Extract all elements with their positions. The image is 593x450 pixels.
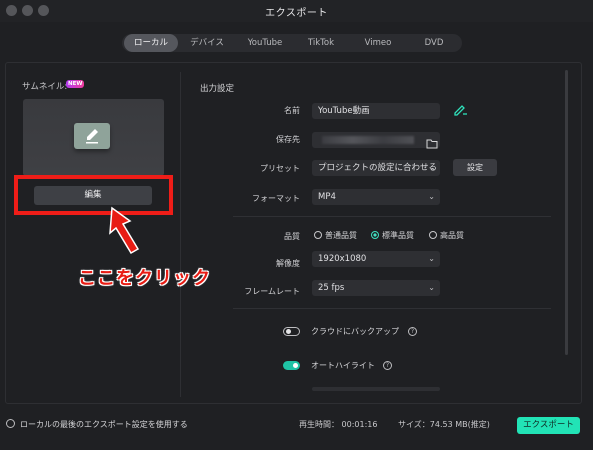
auto-highlight-help-icon[interactable]: ? xyxy=(383,361,392,370)
chevron-down-icon: ⌄ xyxy=(428,192,435,201)
format-label: フォーマット xyxy=(252,194,300,203)
divider xyxy=(233,308,551,309)
auto-highlight-toggle[interactable] xyxy=(283,361,300,370)
folder-icon[interactable] xyxy=(426,134,438,153)
preset-select[interactable]: プロジェクトの設定に合わせる ⌄ xyxy=(312,160,440,176)
output-settings-title: 出力設定 xyxy=(200,84,235,94)
quality-high-radio[interactable] xyxy=(429,231,437,239)
quality-label: 品質 xyxy=(284,232,300,241)
cloud-backup-help-icon[interactable]: ? xyxy=(408,327,417,336)
divider xyxy=(233,216,551,217)
tab-dvd[interactable]: DVD xyxy=(408,34,460,52)
use-last-settings-label: ローカルの最後のエクスポート設定を使用する xyxy=(20,420,188,429)
resolution-value: 1920x1080 xyxy=(318,254,367,264)
file-size-text: サイズ：74.53 MB(推定) xyxy=(398,420,490,429)
window-title: エクスポート xyxy=(265,8,328,19)
name-input[interactable]: YouTube動画 xyxy=(312,103,440,119)
new-badge: NEW xyxy=(66,80,85,88)
preset-label: プリセット xyxy=(260,164,300,173)
use-last-settings-checkbox[interactable] xyxy=(6,419,15,428)
chevron-down-icon: ⌄ xyxy=(428,254,435,263)
preset-settings-button[interactable]: 設定 xyxy=(453,159,497,176)
toggle-knob xyxy=(286,329,291,334)
chevron-down-icon: ⌄ xyxy=(428,163,435,172)
tab-tiktok[interactable]: TikTok xyxy=(295,34,347,52)
tab-vimeo[interactable]: Vimeo xyxy=(350,34,406,52)
export-button[interactable]: エクスポート xyxy=(517,417,580,434)
export-tabs: ローカル デバイス YouTube TikTok Vimeo DVD xyxy=(122,34,462,52)
cloud-backup-label: クラウドにバックアップ xyxy=(311,327,399,336)
framerate-select[interactable]: 25 fps ⌄ xyxy=(312,280,440,296)
save-to-label: 保存先 xyxy=(276,135,300,144)
annotation-highlight-box xyxy=(14,175,173,215)
annotation-text: ここをクリック xyxy=(78,268,211,289)
panel-divider xyxy=(180,72,181,397)
format-value: MP4 xyxy=(318,192,336,202)
resolution-label: 解像度 xyxy=(276,259,300,268)
thumbnail-label: サムネイル: xyxy=(22,82,68,92)
quality-standard-label: 標準品質 xyxy=(382,231,414,240)
tab-device[interactable]: デバイス xyxy=(180,34,234,52)
blurred-path xyxy=(322,136,414,144)
framerate-value: 25 fps xyxy=(318,283,345,293)
quality-normal-radio[interactable] xyxy=(314,231,322,239)
framerate-label: フレームレート xyxy=(244,287,300,296)
preset-value: プロジェクトの設定に合わせる xyxy=(318,163,438,173)
cloud-backup-toggle[interactable] xyxy=(283,327,300,336)
chevron-down-icon: ⌄ xyxy=(428,283,435,292)
name-label: 名前 xyxy=(284,106,300,115)
toggle-knob xyxy=(293,363,298,368)
duration-text: 再生時間： 00:01:16 xyxy=(299,420,378,429)
tab-youtube[interactable]: YouTube xyxy=(236,34,294,52)
quality-high-label: 高品質 xyxy=(440,231,464,240)
tab-local[interactable]: ローカル xyxy=(124,34,178,52)
partial-field xyxy=(312,387,440,391)
resolution-select[interactable]: 1920x1080 ⌄ xyxy=(312,251,440,267)
annotation-arrow-icon xyxy=(106,205,148,261)
ai-pen-icon[interactable] xyxy=(453,103,469,122)
settings-scrollbar[interactable] xyxy=(565,70,568,355)
format-select[interactable]: MP4 ⌄ xyxy=(312,189,440,205)
quality-normal-label: 普通品質 xyxy=(325,231,357,240)
quality-standard-radio[interactable] xyxy=(371,231,379,239)
auto-highlight-label: オートハイライト xyxy=(311,361,375,370)
edit-pencil-icon xyxy=(74,123,110,149)
